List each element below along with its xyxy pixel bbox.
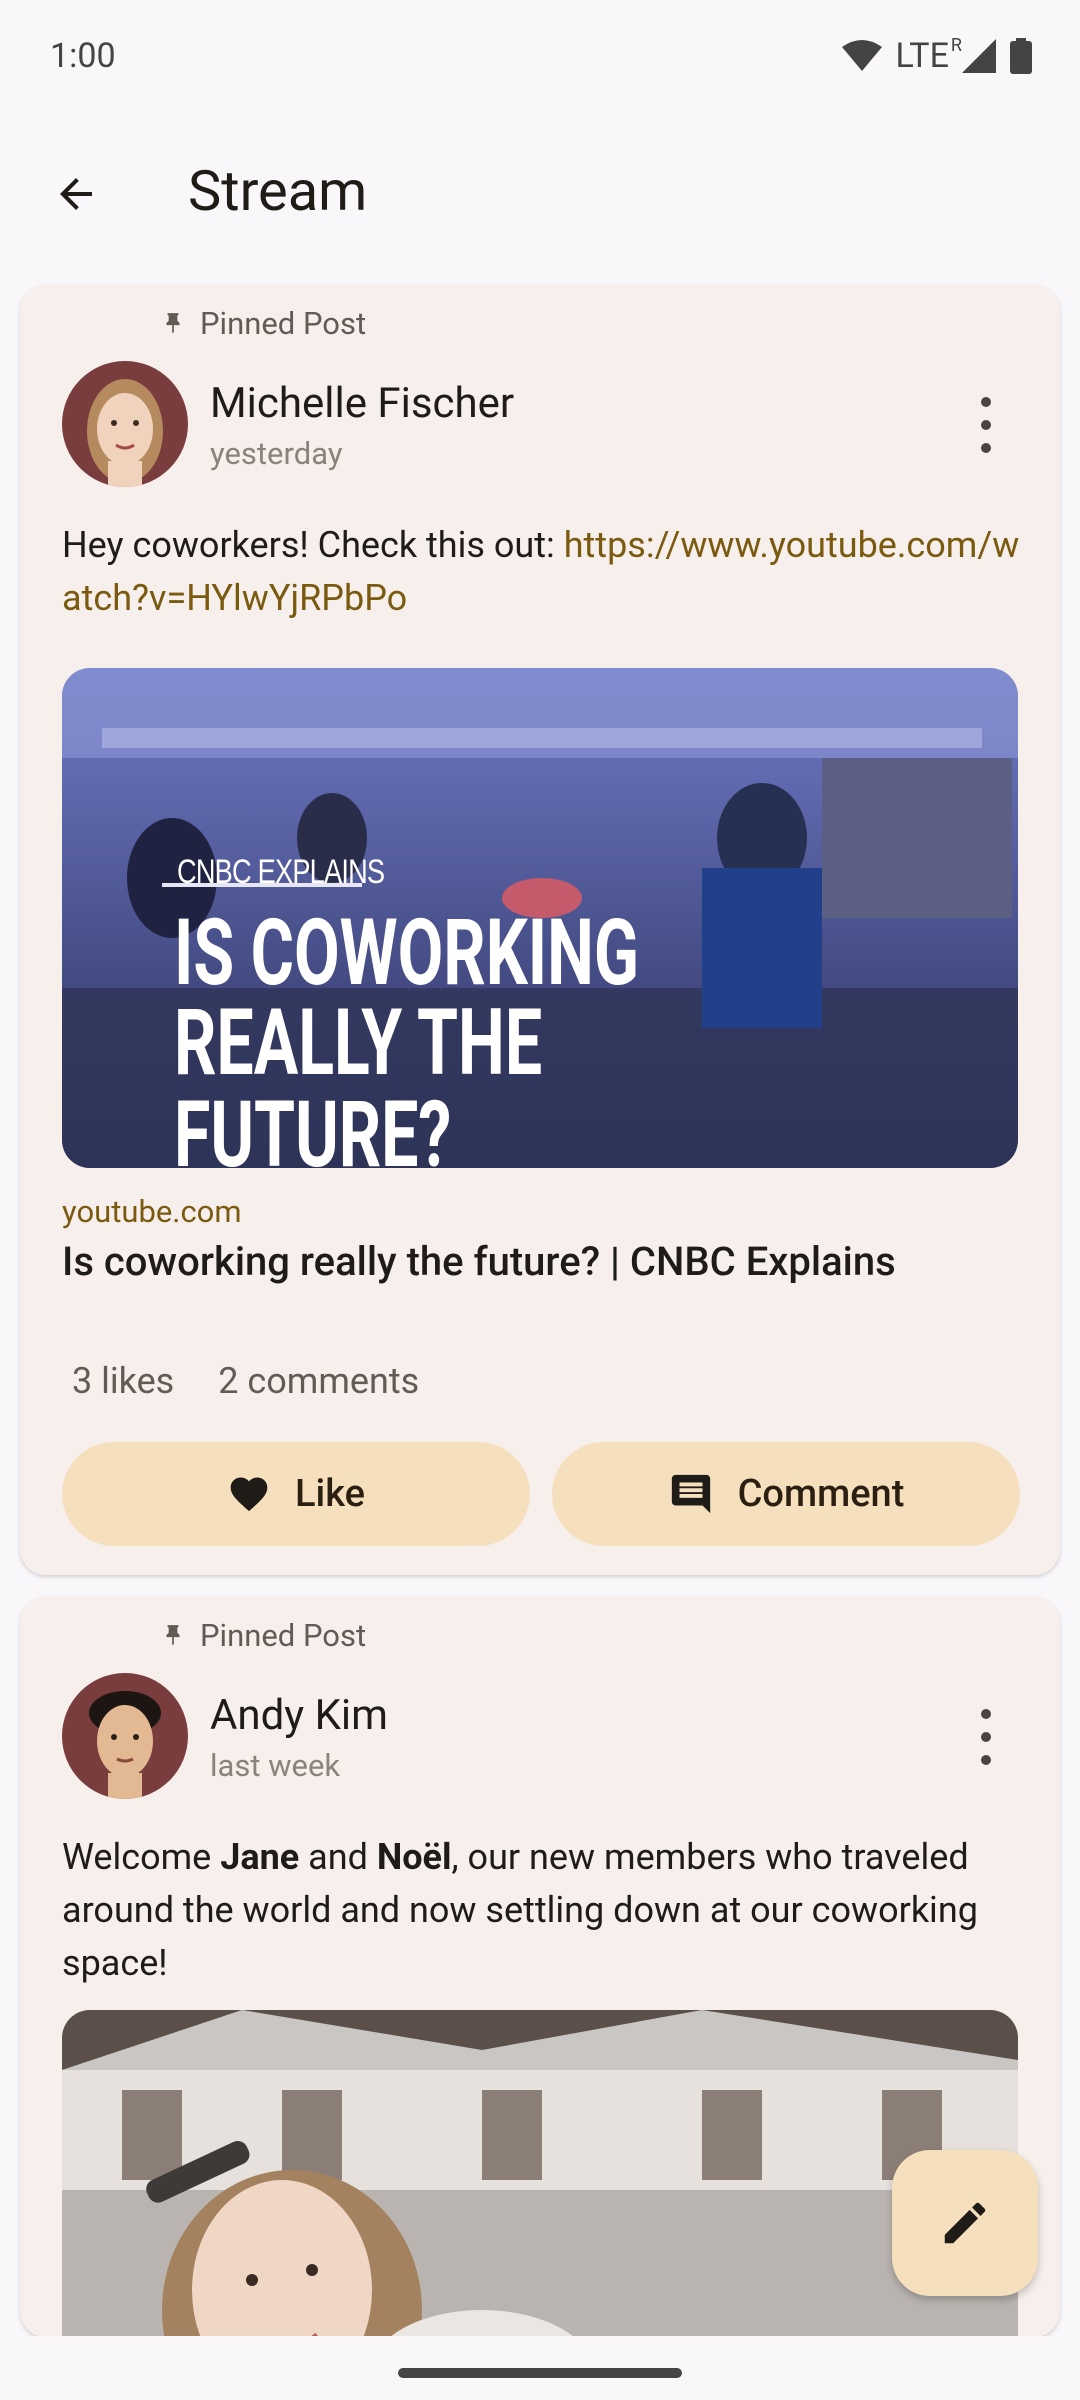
author-name[interactable]: Michelle Fischer bbox=[210, 379, 514, 428]
likes-count[interactable]: 3 likes bbox=[72, 1360, 174, 1402]
back-button[interactable] bbox=[44, 162, 108, 226]
avatar[interactable] bbox=[62, 1673, 188, 1799]
arrow-back-icon bbox=[60, 178, 92, 210]
page-title: Stream bbox=[188, 158, 368, 224]
pin-icon bbox=[166, 1624, 180, 1645]
link-preview-domain[interactable]: youtube.com bbox=[62, 1193, 242, 1230]
link-preview-title[interactable]: Is coworking really the future? | CNBC E… bbox=[62, 1238, 896, 1285]
signal-icon bbox=[962, 39, 996, 73]
comment-label: Comment bbox=[737, 1472, 905, 1516]
comments-count[interactable]: 2 comments bbox=[218, 1360, 419, 1402]
more-options-button[interactable] bbox=[974, 1709, 998, 1765]
post-timestamp: last week bbox=[210, 1747, 341, 1784]
post-body: Welcome Jane and Noël, our new members w… bbox=[62, 1831, 1022, 1990]
edit-pencil-icon bbox=[944, 2202, 986, 2244]
avatar[interactable] bbox=[62, 361, 188, 487]
post-card: Pinned Post Michelle Fischer yesterday H… bbox=[20, 285, 1060, 1575]
comment-icon bbox=[671, 1474, 710, 1514]
more-options-button[interactable] bbox=[974, 397, 998, 453]
wifi-icon bbox=[841, 40, 882, 71]
pin-icon bbox=[166, 312, 180, 333]
thumbnail-kicker: CNBC EXPLAINS bbox=[177, 853, 385, 891]
post-text: Welcome bbox=[62, 1836, 221, 1878]
status-icons: LTE R bbox=[841, 34, 1032, 76]
mention-name: Noël bbox=[376, 1836, 452, 1878]
more-vert-icon bbox=[981, 1709, 991, 1719]
battery-icon bbox=[1010, 38, 1032, 74]
compose-post-button[interactable] bbox=[892, 2150, 1038, 2296]
status-bar: 1:00 LTE R bbox=[0, 0, 1080, 118]
post-text: Hey coworkers! Check this out: bbox=[62, 524, 564, 566]
thumbnail-headline-2: REALLY THE FUTURE? bbox=[174, 990, 543, 1169]
status-time: 1:00 bbox=[50, 36, 116, 76]
pinned-label: Pinned Post bbox=[200, 1617, 367, 1654]
like-label: Like bbox=[294, 1472, 365, 1516]
post-photo[interactable] bbox=[62, 2010, 1018, 2337]
pinned-indicator: Pinned Post bbox=[160, 1617, 366, 1654]
comment-button[interactable]: Comment bbox=[552, 1442, 1020, 1546]
mention-name: Jane bbox=[220, 1836, 300, 1878]
video-thumbnail[interactable]: CNBC EXPLAINS IS COWORKING REALLY THE FU… bbox=[62, 668, 1018, 1168]
thumbnail-headline-1: IS COWORKING bbox=[174, 900, 640, 1007]
heart-icon bbox=[230, 1477, 268, 1512]
network-label: LTE bbox=[895, 36, 949, 76]
post-timestamp: yesterday bbox=[210, 435, 343, 472]
post-body: Hey coworkers! Check this out: https://w… bbox=[62, 519, 1022, 625]
pinned-indicator: Pinned Post bbox=[160, 305, 366, 342]
like-button[interactable]: Like bbox=[62, 1442, 530, 1546]
post-stats: 3 likes 2 comments bbox=[72, 1360, 419, 1402]
home-gesture-handle[interactable] bbox=[398, 2368, 682, 2378]
author-name[interactable]: Andy Kim bbox=[210, 1691, 388, 1740]
more-vert-icon bbox=[981, 397, 991, 407]
pinned-label: Pinned Post bbox=[200, 305, 367, 342]
roaming-label: R bbox=[950, 34, 962, 56]
app-bar: Stream bbox=[0, 118, 1080, 268]
post-text: and bbox=[299, 1836, 377, 1878]
